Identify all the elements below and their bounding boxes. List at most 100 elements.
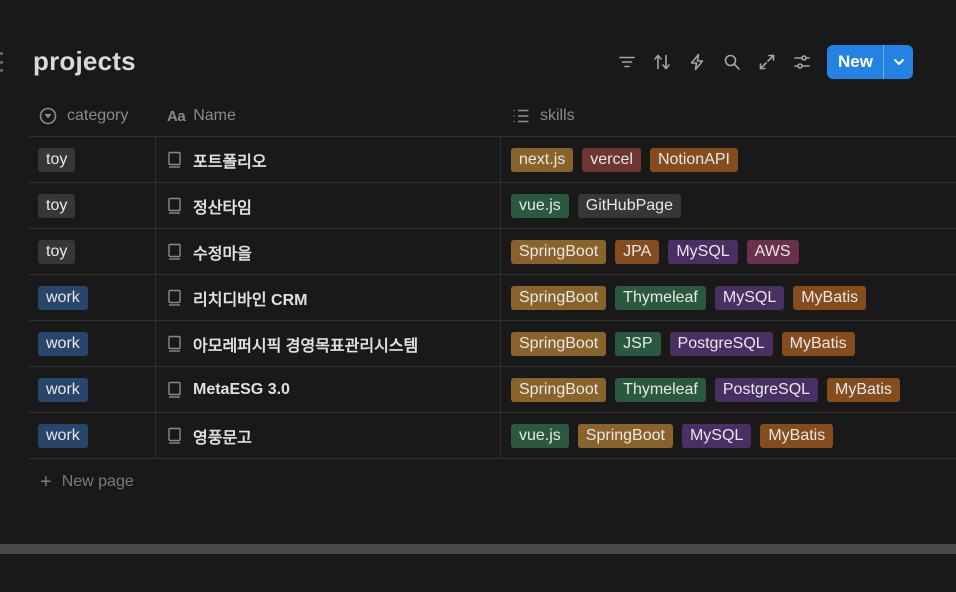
skill-tag: MyBatis [781,331,855,356]
skill-tag: SpringBoot [511,239,607,264]
horizontal-scrollbar[interactable] [0,544,956,554]
page-title[interactable]: 정산타임 [193,194,252,218]
category-tag: work [38,285,88,310]
automation-icon[interactable] [679,45,714,79]
plus-icon: + [40,471,52,493]
skill-tag: NotionAPI [649,147,738,172]
column-header-label: Name [193,107,236,124]
category-cell[interactable]: work [29,321,156,366]
skills-cell[interactable]: vue.js GitHubPage [501,183,956,228]
skill-tag: SpringBoot [511,377,607,402]
drag-handle-icon[interactable] [0,52,3,72]
skill-tag: SpringBoot [577,423,673,448]
new-page-label: New page [61,473,134,490]
skill-tag: MyBatis [760,423,834,448]
title-property-icon: Aa [167,107,186,125]
page-title[interactable]: 포트폴리오 [193,148,267,172]
skills-cell[interactable]: SpringBoot Thymeleaf PostgreSQL MyBatis [501,367,956,412]
skill-tag: JPA [615,239,660,264]
name-cell[interactable]: 리치디바인 CRM [156,275,501,320]
skills-cell[interactable]: SpringBoot Thymeleaf MySQL MyBatis [501,275,956,320]
skill-tag: SpringBoot [511,285,607,310]
page-icon [167,243,183,261]
table-row[interactable]: toy 수정마을 SpringBoot JPA MySQL AWS [29,229,956,275]
page-icon [167,151,183,169]
table-row[interactable]: toy 정산타임 vue.js GitHubPage [29,183,956,229]
category-tag: work [38,377,88,402]
category-tag: toy [38,193,76,218]
new-button[interactable]: New [827,45,883,79]
category-tag: work [38,331,88,356]
name-cell[interactable]: 아모레퍼시픽 경영목표관리시스템 [156,321,501,366]
category-tag: toy [38,239,76,264]
page-title[interactable]: 아모레퍼시픽 경영목표관리시스템 [193,332,418,356]
table-row[interactable]: work MetaESG 3.0 SpringBoot Thymeleaf Postgr… [29,367,956,413]
table-header: category Aa Name skills [29,96,956,137]
category-cell[interactable]: toy [29,183,156,228]
name-cell[interactable]: 영풍문고 [156,413,501,458]
column-header-category[interactable]: category [29,96,156,136]
search-icon[interactable] [714,45,749,79]
page-title[interactable]: 영풍문고 [193,424,252,448]
skill-tag: GitHubPage [577,193,681,218]
skill-tag: MyBatis [827,377,900,402]
skill-tag: vue.js [511,423,569,448]
page-icon [167,289,183,307]
database-title[interactable]: projects [33,46,136,77]
skills-cell[interactable]: SpringBoot JPA MySQL AWS [501,229,956,274]
category-tag: toy [38,147,76,172]
settings-icon[interactable] [784,45,819,79]
category-cell[interactable]: work [29,275,156,320]
database-table: category Aa Name skills toy 포트폴리오 next.js v… [29,96,956,459]
name-cell[interactable]: MetaESG 3.0 [156,367,501,412]
skill-tag: AWS [746,239,799,264]
multi-select-property-icon [511,106,531,126]
sort-icon[interactable] [644,45,679,79]
notion-database-page: projects New category Aa Name skills toy… [0,0,956,592]
category-cell[interactable]: work [29,413,156,458]
category-cell[interactable]: toy [29,229,156,274]
skills-cell[interactable]: vue.js SpringBoot MySQL MyBatis [501,413,956,458]
skill-tag: MySQL [668,239,738,264]
skill-tag: PostgreSQL [669,331,773,356]
skill-tag: Thymeleaf [615,377,706,402]
page-title[interactable]: MetaESG 3.0 [193,381,290,399]
skill-tag: next.js [511,147,574,172]
skill-tag: MyBatis [793,285,867,310]
name-cell[interactable]: 정산타임 [156,183,501,228]
column-header-skills[interactable]: skills [501,96,956,136]
skill-tag: SpringBoot [511,331,607,356]
page-title[interactable]: 리치디바인 CRM [193,286,307,310]
category-tag: work [38,423,88,448]
skills-cell[interactable]: next.js vercel NotionAPI [501,137,956,182]
skill-tag: Thymeleaf [615,285,706,310]
skills-cell[interactable]: SpringBoot JSP PostgreSQL MyBatis [501,321,956,366]
skill-tag: MySQL [714,285,785,310]
page-icon [167,335,183,353]
skill-tag: PostgreSQL [714,377,819,402]
filter-icon[interactable] [609,45,644,79]
column-header-label: skills [540,107,575,124]
skill-tag: MySQL [681,423,752,448]
column-header-name[interactable]: Aa Name [156,96,501,136]
page-icon [167,427,183,445]
table-row[interactable]: work 영풍문고 vue.js SpringBoot MySQL MyBatis [29,413,956,459]
name-cell[interactable]: 수정마을 [156,229,501,274]
page-icon [167,197,183,215]
database-toolbar: New [609,45,913,79]
chevron-down-icon[interactable] [883,45,913,79]
select-property-icon [38,106,58,126]
new-button-group: New [827,45,913,79]
skill-tag: JSP [615,331,661,356]
new-page-button[interactable]: + New page [40,472,134,492]
skill-tag: vue.js [511,193,569,218]
category-cell[interactable]: toy [29,137,156,182]
skill-tag: vercel [582,147,641,172]
expand-icon[interactable] [749,45,784,79]
table-row[interactable]: work 아모레퍼시픽 경영목표관리시스템 SpringBoot JSP Postgre… [29,321,956,367]
table-row[interactable]: work 리치디바인 CRM SpringBoot Thymeleaf MySQL MyB… [29,275,956,321]
table-row[interactable]: toy 포트폴리오 next.js vercel NotionAPI [29,137,956,183]
category-cell[interactable]: work [29,367,156,412]
name-cell[interactable]: 포트폴리오 [156,137,501,182]
page-title[interactable]: 수정마을 [193,240,252,264]
